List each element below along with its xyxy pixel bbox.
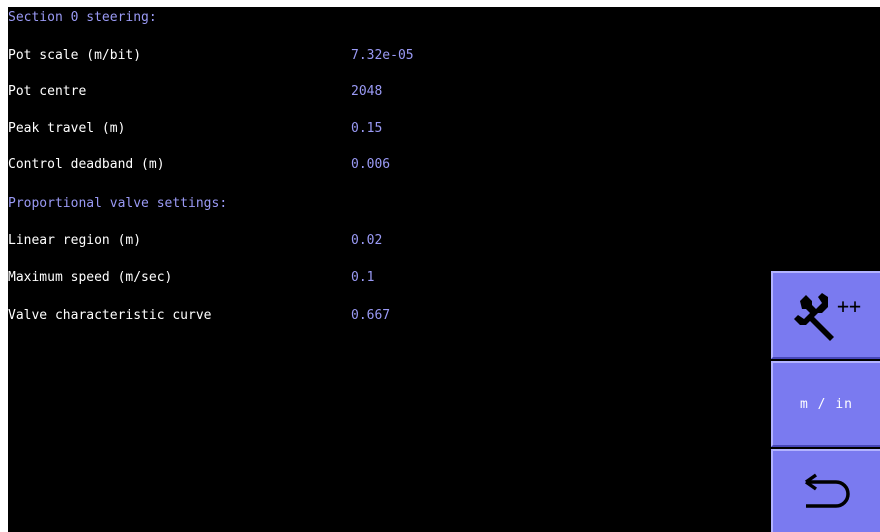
setting-value[interactable]: 7.32e-05	[351, 45, 414, 67]
return-arrow-icon	[804, 473, 850, 508]
setting-label: Control deadband (m)	[8, 157, 165, 172]
section-steering-title: Section 0 steering:	[8, 10, 157, 25]
back-button[interactable]	[771, 449, 880, 532]
settings-row-linear-region[interactable]: Linear region (m) 0.02	[8, 230, 768, 252]
setting-value[interactable]: 0.006	[351, 154, 390, 176]
setting-label: Maximum speed (m/sec)	[8, 270, 173, 285]
settings-screen: Section 0 steering: Pot scale (m/bit) 7.…	[8, 7, 880, 532]
advanced-settings-button[interactable]: ++	[771, 271, 880, 359]
settings-row-pot-centre[interactable]: Pot centre 2048	[8, 81, 768, 103]
settings-row-control-deadband[interactable]: Control deadband (m) 0.006	[8, 154, 768, 176]
setting-label: Linear region (m)	[8, 233, 142, 248]
setting-value[interactable]: 0.1	[351, 267, 374, 289]
settings-row-valve-curve[interactable]: Valve characteristic curve 0.667	[8, 305, 768, 327]
units-toggle-button[interactable]: m / in	[771, 361, 880, 447]
plus-plus-glyph: ++	[837, 294, 861, 318]
setting-label: Pot scale (m/bit)	[8, 48, 142, 63]
setting-value[interactable]: 2048	[351, 81, 382, 103]
setting-value[interactable]: 0.15	[351, 118, 382, 140]
setting-value[interactable]: 0.667	[351, 305, 390, 327]
setting-label: Peak travel (m)	[8, 121, 126, 136]
settings-row-peak-travel[interactable]: Peak travel (m) 0.15	[8, 118, 768, 140]
setting-label: Valve characteristic curve	[8, 308, 212, 323]
settings-row-pot-scale[interactable]: Pot scale (m/bit) 7.32e-05	[8, 45, 768, 67]
wrench-plus-plus-icon: ++	[793, 293, 861, 341]
section-valve-title: Proportional valve settings:	[8, 196, 228, 211]
settings-row-maximum-speed[interactable]: Maximum speed (m/sec) 0.1	[8, 267, 768, 289]
units-toggle-label: m / in	[800, 396, 853, 412]
setting-label: Pot centre	[8, 84, 87, 99]
setting-value[interactable]: 0.02	[351, 230, 382, 252]
